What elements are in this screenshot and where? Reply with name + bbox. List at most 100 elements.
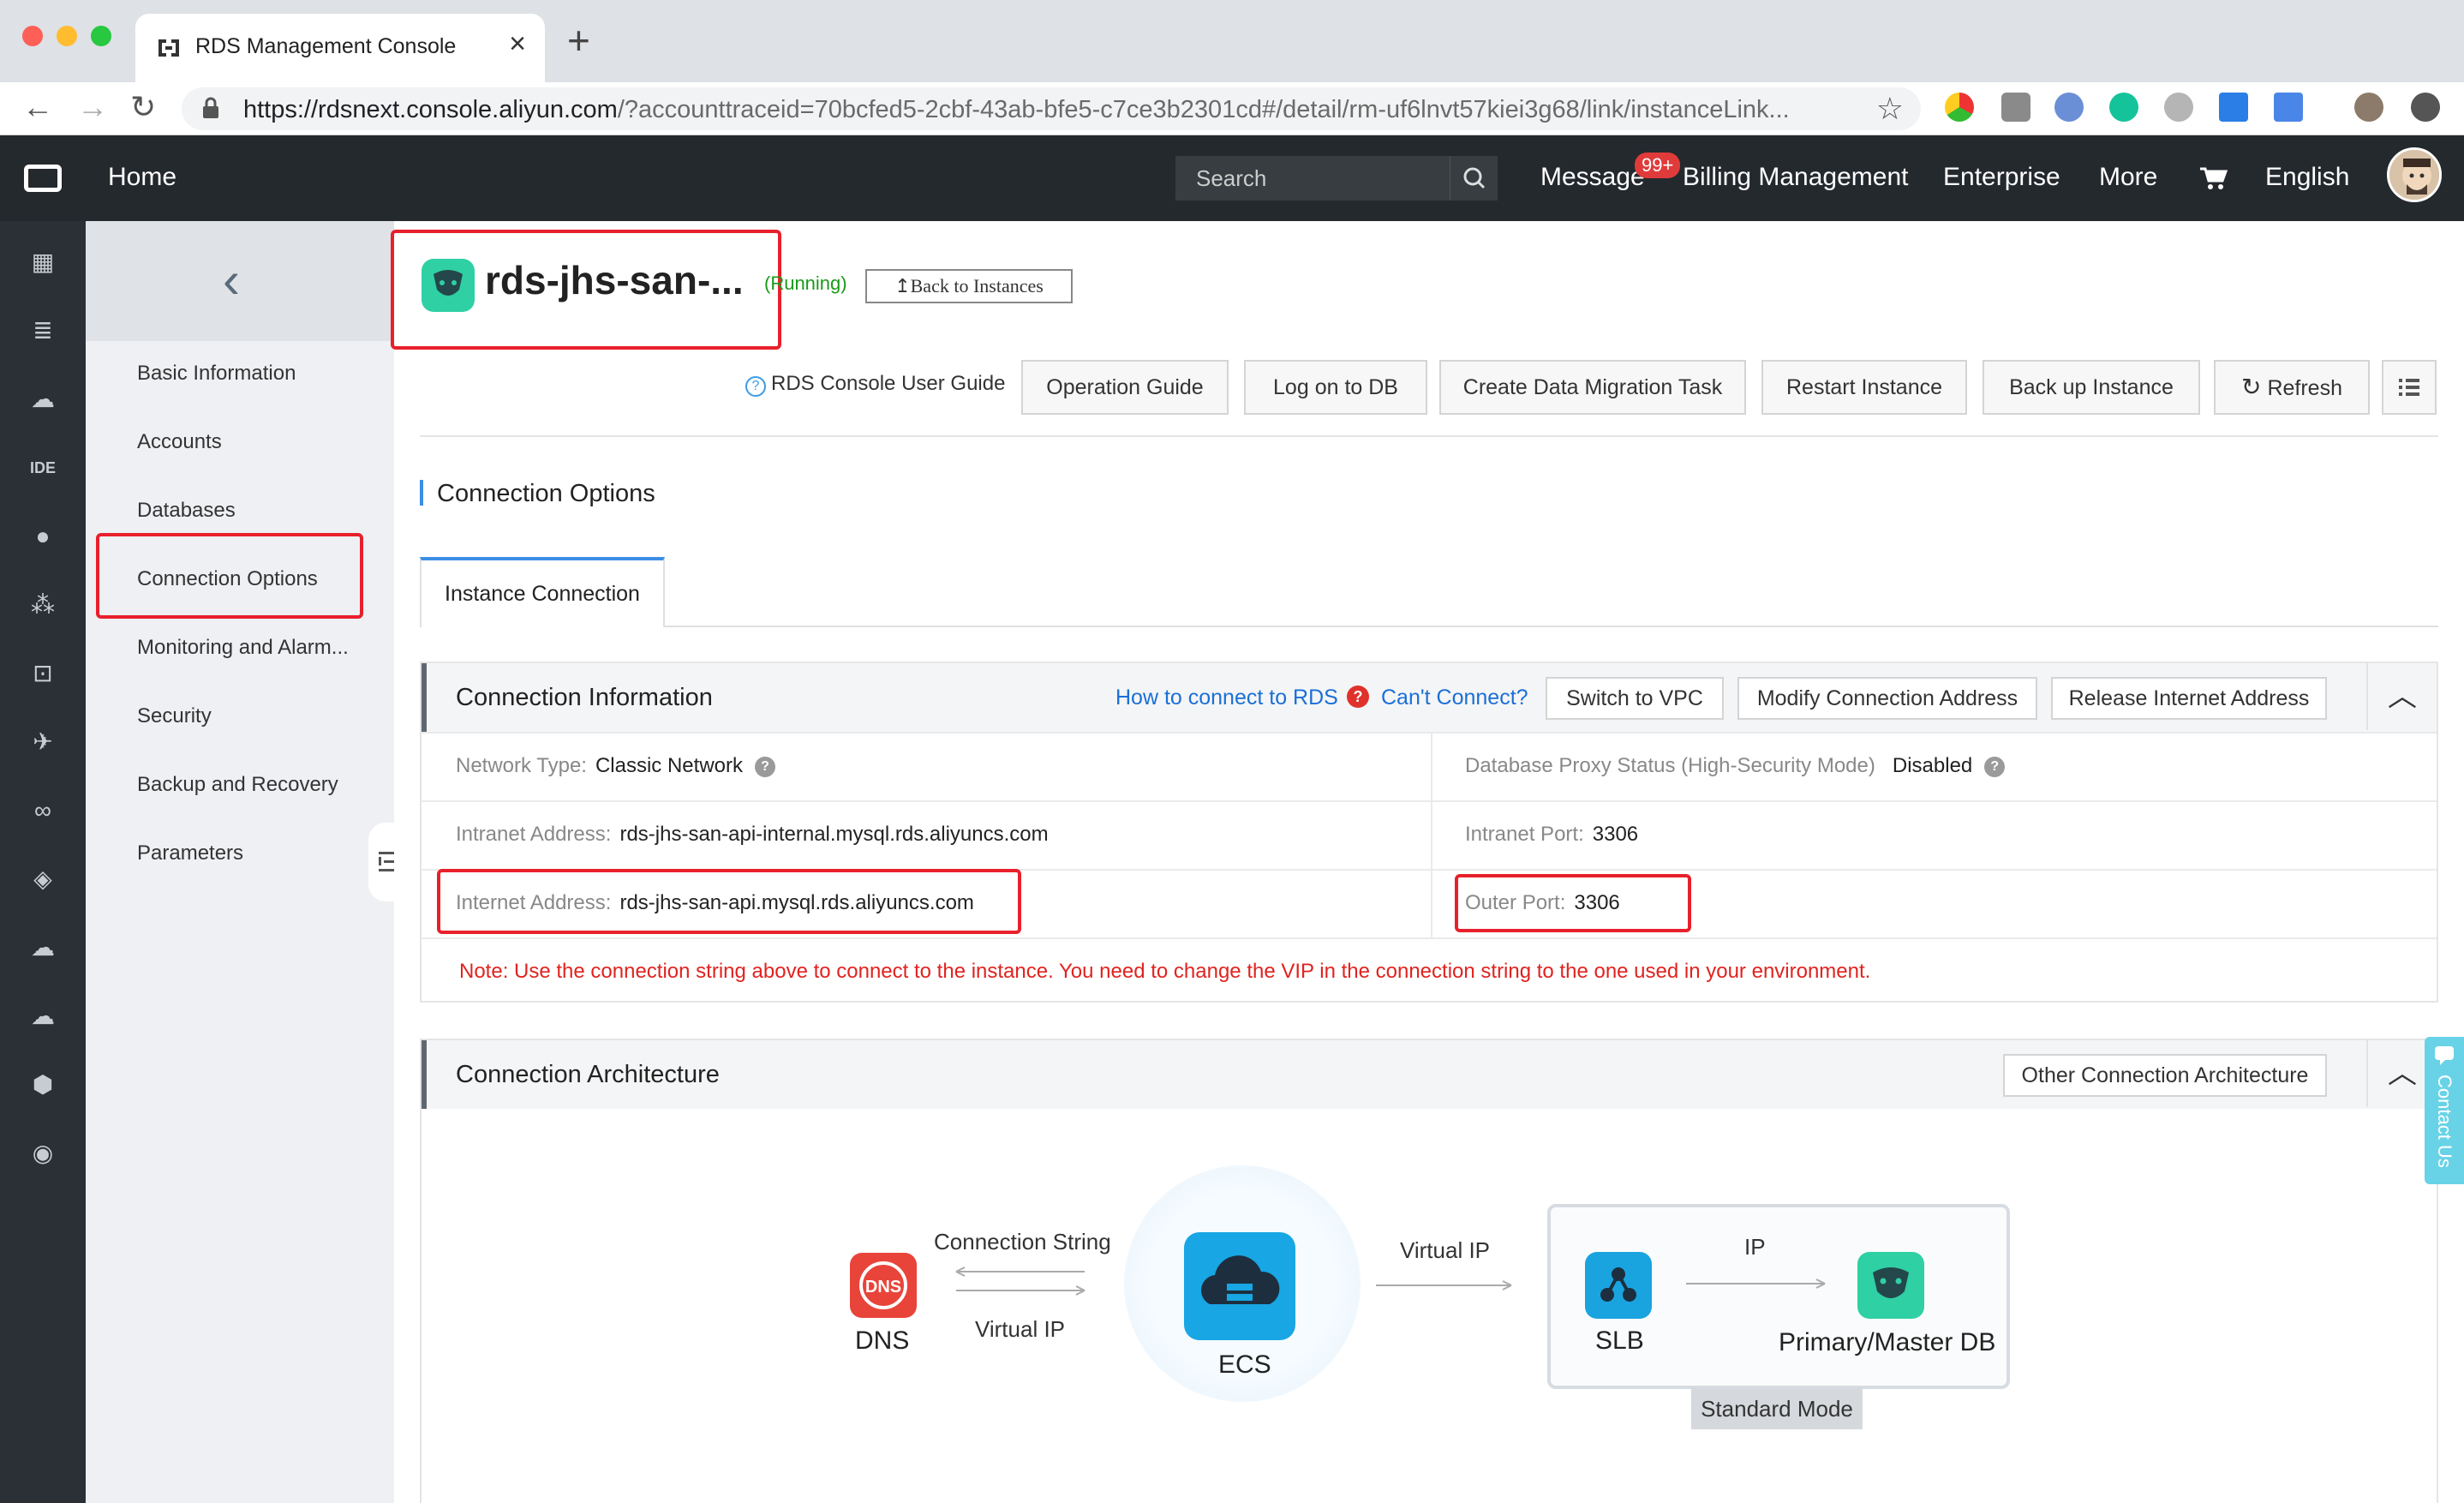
layers-icon[interactable]: ◈ <box>29 865 57 893</box>
minimize-window-button[interactable] <box>57 26 77 46</box>
cart-icon[interactable] <box>2198 166 2228 190</box>
sidebar-item-databases[interactable]: Databases <box>137 499 236 523</box>
restart-instance-button[interactable]: Restart Instance <box>1761 360 1967 415</box>
cloud-cluster-icon[interactable]: ☁ <box>29 1003 57 1030</box>
extension-chrome-icon[interactable] <box>1945 93 1974 122</box>
extension-translate-icon[interactable] <box>2274 93 2303 122</box>
modify-connection-address-button[interactable]: Modify Connection Address <box>1737 677 2037 720</box>
create-data-migration-task-button[interactable]: Create Data Migration Task <box>1439 360 1746 415</box>
svg-text:DNS: DNS <box>865 1278 901 1296</box>
extension-compass-icon[interactable] <box>2054 93 2084 122</box>
grid-menu-icon[interactable]: ▦ <box>29 249 57 276</box>
extension-circle-icon[interactable] <box>2164 93 2193 122</box>
help-gray-icon[interactable]: ? <box>1984 757 2006 777</box>
cloud-sync-icon[interactable]: ☁ <box>29 934 57 961</box>
cloud-upload-icon[interactable]: ☁ <box>29 386 57 413</box>
chip-icon[interactable]: ⊡ <box>29 660 57 687</box>
refresh-button[interactable]: ↻ Refresh <box>2214 360 2370 415</box>
search-button[interactable] <box>1450 156 1498 201</box>
enterprise-link[interactable]: Enterprise <box>1943 163 2060 192</box>
link-icon[interactable]: ∞ <box>29 797 57 824</box>
sidebar-item-parameters[interactable]: Parameters <box>137 841 243 865</box>
maximize-window-button[interactable] <box>91 26 111 46</box>
instance-sidebar: ‹ Basic Information Accounts Databases C… <box>86 221 394 1503</box>
release-internet-address-button[interactable]: Release Internet Address <box>2051 677 2327 720</box>
extension-download-icon[interactable] <box>2219 93 2248 122</box>
tab-instance-connection[interactable]: Instance Connection <box>420 557 665 627</box>
sidebar-item-basic-information[interactable]: Basic Information <box>137 362 296 386</box>
extension-camera-icon[interactable] <box>2001 93 2030 122</box>
other-connection-architecture-button[interactable]: Other Connection Architecture <box>2003 1054 2327 1097</box>
operation-guide-button[interactable]: Operation Guide <box>1021 360 1229 415</box>
url-field[interactable]: https://rdsnext.console.aliyun.com/?acco… <box>182 87 1921 130</box>
standard-mode-badge: Standard Mode <box>1691 1388 1863 1429</box>
profile-avatar-icon[interactable] <box>2354 93 2383 122</box>
collapse-chevron-up-icon[interactable]: ︿ <box>2366 663 2437 730</box>
back-to-instances-button[interactable]: ↥Back to Instances <box>865 269 1073 303</box>
how-to-connect-link[interactable]: How to connect to RDS <box>1115 686 1338 710</box>
connection-string-label: Connection String <box>934 1229 1111 1254</box>
chevron-left-icon: ‹ <box>223 251 240 308</box>
section-accent-bar <box>420 480 423 506</box>
extension-grammarly-icon[interactable] <box>2109 93 2138 122</box>
more-link[interactable]: More <box>2099 163 2157 192</box>
contact-us-button[interactable]: Contact Us <box>2425 1037 2464 1184</box>
close-window-button[interactable] <box>22 26 43 46</box>
browser-tab[interactable]: RDS Management Console × <box>135 14 545 82</box>
switch-to-vpc-button[interactable]: Switch to VPC <box>1546 677 1724 720</box>
primary-master-db-label: Primary/Master DB <box>1779 1328 1996 1356</box>
sidebar-item-security[interactable]: Security <box>137 704 212 728</box>
help-gray-icon[interactable]: ? <box>754 757 775 777</box>
connection-information-panel: Connection Information How to connect to… <box>420 662 2438 1003</box>
sidebar-item-accounts[interactable]: Accounts <box>137 430 222 454</box>
rds-console-user-guide-link[interactable]: ? RDS Console User Guide <box>745 372 1005 397</box>
server-list-icon[interactable]: ≣ <box>29 317 57 344</box>
right-arrow-icon <box>1376 1280 1512 1290</box>
language-selector[interactable]: English <box>2265 163 2349 192</box>
connection-row: Network Type: Classic Network? Database P… <box>422 732 2437 802</box>
network-nodes-icon[interactable]: ⁂ <box>29 591 57 619</box>
browser-tab-bar: RDS Management Console × + <box>0 0 2464 82</box>
header-divider <box>420 435 2438 437</box>
billing-management-link[interactable]: Billing Management <box>1683 163 1908 192</box>
network-type-cell: Network Type: Classic Network? <box>456 754 775 778</box>
bidirectional-arrow-icon <box>955 1266 1085 1296</box>
search-input[interactable] <box>1175 156 1448 201</box>
virtual-ip-lower-label: Virtual IP <box>975 1316 1066 1342</box>
back-arrow-icon[interactable]: ← <box>22 89 53 125</box>
connection-information-header: Connection Information How to connect to… <box>422 663 2437 732</box>
url-text: https://rdsnext.console.aliyun.com/?acco… <box>243 96 1790 123</box>
bookmark-star-icon[interactable]: ☆ <box>1876 91 1904 127</box>
extension-upload-icon[interactable] <box>2411 93 2440 122</box>
sidebar-item-monitoring[interactable]: Monitoring and Alarm... <box>137 636 349 660</box>
back-up-arrow-icon: ↥ <box>894 275 911 296</box>
list-view-button[interactable] <box>2382 360 2437 415</box>
hexagon-icon[interactable]: ⬢ <box>29 1071 57 1099</box>
intranet-address-cell: Intranet Address: rds-jhs-san-api-interna… <box>456 823 1049 846</box>
tab-underline <box>665 626 2438 627</box>
tab-close-icon[interactable]: × <box>509 27 526 61</box>
message-link[interactable]: Message <box>1540 163 1645 192</box>
back-up-instance-button[interactable]: Back up Instance <box>1983 360 2200 415</box>
intranet-port-cell: Intranet Port: 3306 <box>1465 823 1639 846</box>
highlight-outer-port <box>1455 874 1691 932</box>
eye-icon[interactable]: ◉ <box>29 1140 57 1167</box>
sidebar-item-backup-recovery[interactable]: Backup and Recovery <box>137 773 338 797</box>
ide-icon[interactable]: IDE <box>29 454 57 482</box>
aliyun-logo-icon[interactable] <box>24 165 62 192</box>
home-link[interactable]: Home <box>108 163 176 192</box>
list-icon <box>2399 379 2419 396</box>
new-tab-icon[interactable]: + <box>567 17 590 63</box>
help-circle-icon: ? <box>745 376 766 397</box>
console-top-bar: Home Message Billing Management Enterpri… <box>0 135 2464 221</box>
database-proxy-status-cell: Database Proxy Status (High-Security Mod… <box>1465 754 2006 778</box>
sidebar-back-button[interactable]: ‹ <box>86 221 394 341</box>
connection-note: Note: Use the connection string above to… <box>459 960 1871 983</box>
log-on-to-db-button[interactable]: Log on to DB <box>1244 360 1427 415</box>
circle-icon[interactable]: ● <box>29 523 57 550</box>
plane-icon[interactable]: ✈ <box>29 728 57 756</box>
user-avatar[interactable] <box>2387 147 2442 202</box>
reload-icon[interactable]: ↻ <box>130 89 156 125</box>
cant-connect-link[interactable]: Can't Connect? <box>1381 686 1528 710</box>
forward-arrow-icon[interactable]: → <box>77 89 108 125</box>
